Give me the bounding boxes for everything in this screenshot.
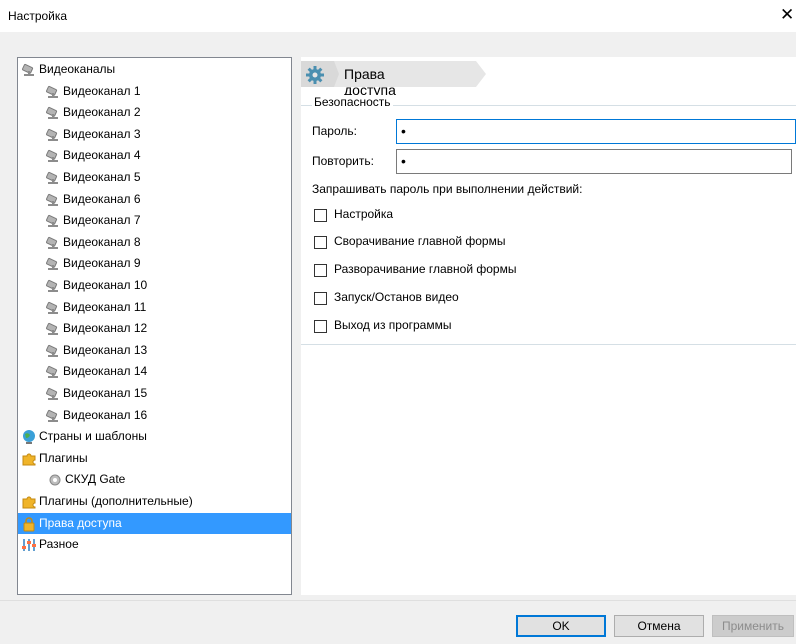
- tree-item-label: Плагины (дополнительные): [39, 494, 193, 508]
- sliders-icon: [21, 537, 37, 553]
- tree-item-label: Видеоканал 2: [63, 105, 141, 120]
- checkbox-box[interactable]: [314, 292, 327, 305]
- camera-icon: [45, 278, 61, 294]
- checkbox-box[interactable]: [314, 320, 327, 333]
- close-icon[interactable]: ✕: [780, 4, 796, 26]
- camera-icon: [45, 321, 61, 337]
- plugin-gear-icon: [47, 472, 63, 488]
- cancel-button[interactable]: Отмена: [614, 615, 704, 637]
- ok-button[interactable]: OK: [516, 615, 606, 637]
- apply-button[interactable]: Применить: [712, 615, 794, 637]
- window-title: Настройка: [8, 9, 68, 23]
- panel-title: Права доступа: [344, 66, 396, 98]
- camera-icon: [45, 170, 61, 186]
- tree-item[interactable]: Права доступа: [18, 512, 291, 534]
- tree-item-label: Плагины: [39, 450, 88, 465]
- checkbox-label: Разворачивание главной формы: [334, 262, 517, 276]
- tree-item-label: Видеоканал 10: [63, 278, 148, 292]
- camera-icon: [45, 192, 61, 208]
- repeat-password-label: Повторить:: [312, 154, 374, 168]
- tree-item-label: Видеоканал 12: [63, 321, 148, 336]
- camera-icon: [21, 62, 37, 78]
- tree-item-label: Разное: [39, 537, 79, 552]
- tree-item-label: СКУД Gate: [65, 472, 126, 487]
- camera-icon: [45, 300, 61, 316]
- tree-item-label: Видеоканал 4: [63, 148, 141, 163]
- ask-password-label: Запрашивать пароль при выполнении действ…: [312, 182, 583, 196]
- camera-icon: [45, 235, 61, 251]
- tree-item-label: Видеоканал 7: [63, 213, 141, 228]
- tree-item-label: Видеоканал 11: [63, 299, 147, 314]
- puzzle-icon: [21, 451, 37, 467]
- tree-item-label: Видеоканал 3: [63, 126, 141, 141]
- camera-icon: [45, 343, 61, 359]
- globe-icon: [21, 429, 37, 445]
- footer-divider: [0, 600, 796, 601]
- security-group-title: Безопасность: [312, 95, 393, 109]
- checkbox-box[interactable]: [314, 264, 327, 277]
- checkbox-label: Сворачивание главной формы: [334, 234, 506, 248]
- tree-item-label: Права доступа: [39, 515, 122, 530]
- tree-item-label: Видеоканал 16: [63, 407, 148, 422]
- camera-icon: [45, 127, 61, 143]
- tree-item-label: Видеоканал 9: [63, 256, 141, 271]
- title-bar: Настройка ✕: [0, 0, 796, 32]
- tree-item-label: Видеоканал 1: [63, 83, 141, 98]
- camera-icon: [45, 213, 61, 229]
- tree-item-label: Видеоканал 6: [63, 191, 141, 206]
- camera-icon: [45, 408, 61, 424]
- checkbox-label: Настройка: [334, 207, 394, 221]
- checkbox-label: Выход из программы: [334, 318, 452, 332]
- camera-icon: [45, 386, 61, 402]
- tree-item-label: Видеоканал 8: [63, 234, 141, 249]
- camera-icon: [45, 84, 61, 100]
- puzzle-icon: [21, 494, 37, 510]
- settings-panel: Права доступа Безопасность Пароль: • Пов…: [301, 57, 796, 595]
- password-label: Пароль:: [312, 124, 357, 138]
- password-field[interactable]: •: [396, 119, 796, 144]
- camera-icon: [45, 105, 61, 121]
- checkbox-box[interactable]: [314, 236, 327, 249]
- tree-item-label: Видеоканал 13: [63, 342, 148, 357]
- gear-icon: [306, 66, 324, 84]
- tree-item-label: Видеоканал 14: [63, 364, 148, 379]
- checkbox-box[interactable]: [314, 209, 327, 222]
- settings-tree[interactable]: Видеоканалы Видеоканал 1 Видеоканал 2 Видео…: [17, 57, 292, 595]
- tree-item-label: Видеоканал 15: [63, 386, 148, 400]
- tree-item-label: Страны и шаблоны: [39, 429, 147, 444]
- camera-icon: [45, 148, 61, 164]
- lock-icon: [21, 516, 37, 532]
- camera-icon: [45, 256, 61, 272]
- tree-item-label: Видеоканалы: [39, 62, 116, 76]
- tree-item-label: Видеоканал 5: [63, 170, 141, 184]
- repeat-password-field[interactable]: •: [396, 149, 792, 174]
- camera-icon: [45, 364, 61, 380]
- checkbox-label: Запуск/Останов видео: [334, 290, 459, 304]
